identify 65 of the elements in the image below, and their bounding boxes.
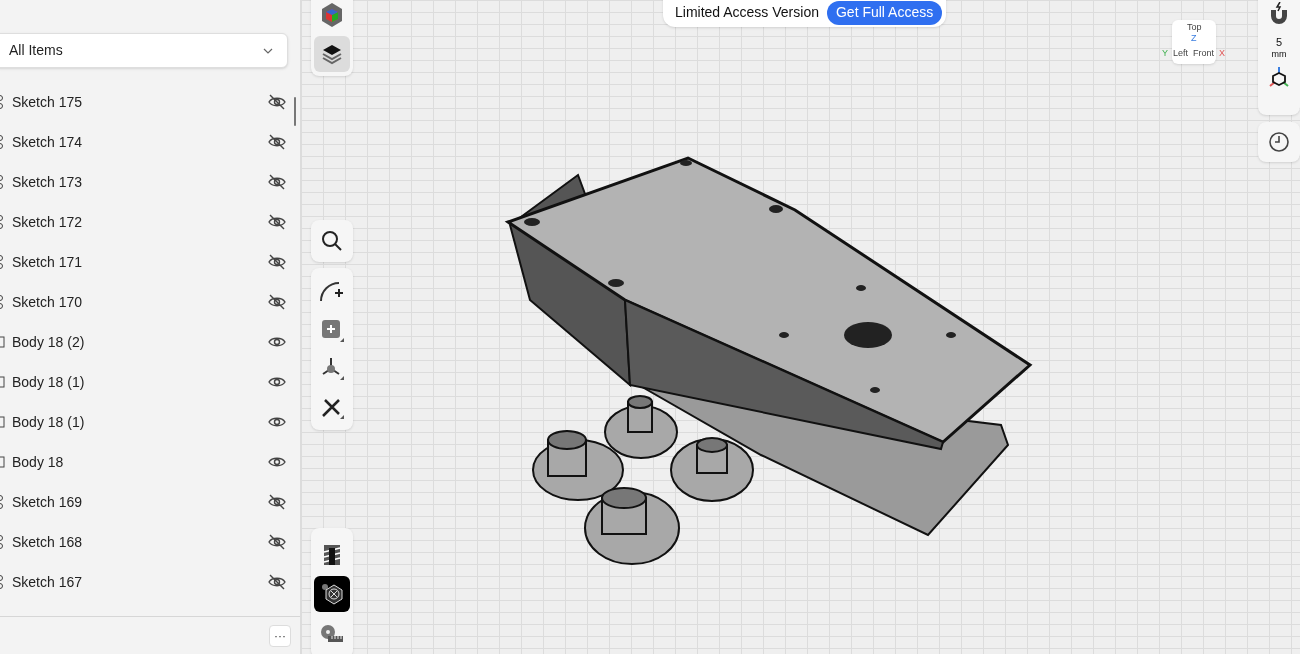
snap-unit: mm <box>1271 48 1287 60</box>
sidebar-item[interactable]: Body 18 (1) <box>0 362 300 402</box>
sketch-icon <box>0 495 5 509</box>
add-box-icon[interactable] <box>320 317 344 342</box>
sketch-icon <box>0 295 5 309</box>
snap-value[interactable]: 5 <box>1275 36 1283 48</box>
arc-tool-icon[interactable] <box>319 279 345 304</box>
more-button[interactable]: ··· <box>269 624 291 647</box>
get-full-access-button[interactable]: Get Full Access <box>826 0 943 25</box>
sidebar-item[interactable]: Sketch 173 <box>0 162 300 202</box>
sketch-icon <box>0 135 5 149</box>
eye-slash-icon[interactable] <box>268 174 286 190</box>
sidebar-item[interactable]: Sketch 168 <box>0 522 300 562</box>
filter-dropdown[interactable]: All Items <box>0 33 288 68</box>
banner-text: Limited Access Version <box>675 3 819 22</box>
magnet-icon[interactable] <box>1268 2 1290 26</box>
nut-icon <box>320 582 344 606</box>
search-icon <box>320 229 344 253</box>
search-button[interactable] <box>311 220 353 262</box>
body-icon <box>0 455 5 469</box>
thread-icon <box>322 542 342 566</box>
sketch-icon <box>0 95 5 109</box>
axis-label: Y <box>1162 48 1168 58</box>
sketch-icon <box>0 175 5 189</box>
sketch-icon <box>0 575 5 589</box>
sidebar-item[interactable]: Sketch 171 <box>0 242 300 282</box>
axis-label: Z <box>1191 33 1197 43</box>
scrollbar-thumb[interactable] <box>294 97 296 126</box>
axes-cube-icon[interactable] <box>1268 66 1290 88</box>
sidebar-item[interactable]: Sketch 170 <box>0 282 300 322</box>
sketch-icon <box>0 255 5 269</box>
eye-slash-icon[interactable] <box>268 294 286 310</box>
eye-slash-icon[interactable] <box>268 494 286 510</box>
eye-slash-icon[interactable] <box>268 94 286 110</box>
cube-icon <box>320 2 344 28</box>
cube-face-label: Top <box>1187 22 1202 32</box>
sidebar-item[interactable]: Sketch 167 <box>0 562 300 602</box>
sidebar-item[interactable]: Sketch 174 <box>0 122 300 162</box>
viewport-canvas[interactable]: Limited Access Version Get Full Access Top Z Y Left Front X 5 mm <box>301 0 1300 654</box>
eye-slash-icon[interactable] <box>268 534 286 550</box>
cube-face-label: Left <box>1173 48 1188 58</box>
nut-tool-button[interactable] <box>314 576 350 612</box>
body-icon <box>0 415 5 429</box>
chevron-down-icon <box>263 47 273 54</box>
sketch-icon <box>0 215 5 229</box>
eye-slash-icon[interactable] <box>268 134 286 150</box>
eye-slash-icon[interactable] <box>268 574 286 590</box>
body-icon <box>0 375 5 389</box>
body-icon <box>0 335 5 349</box>
axis-label: X <box>1219 48 1225 58</box>
eye-slash-icon[interactable] <box>268 214 286 230</box>
sidebar-item[interactable]: Body 18 (2) <box>0 322 300 362</box>
history-button[interactable] <box>1258 122 1300 162</box>
eye-slash-icon[interactable] <box>268 254 286 270</box>
sidebar-item[interactable]: Body 18 <box>0 442 300 482</box>
layers-icon <box>321 43 343 65</box>
layers-tool-button[interactable] <box>314 36 350 72</box>
clock-icon <box>1268 131 1290 153</box>
cube-face-label: Front <box>1193 48 1214 58</box>
sidebar-item[interactable]: Sketch 169 <box>0 482 300 522</box>
tape-icon <box>320 624 344 644</box>
sidebar-item[interactable]: Sketch 175 <box>0 82 300 122</box>
sidebar-item[interactable]: Body 18 (1) <box>0 402 300 442</box>
sidebar-item[interactable]: Sketch 172 <box>0 202 300 242</box>
sketch-icon <box>0 535 5 549</box>
